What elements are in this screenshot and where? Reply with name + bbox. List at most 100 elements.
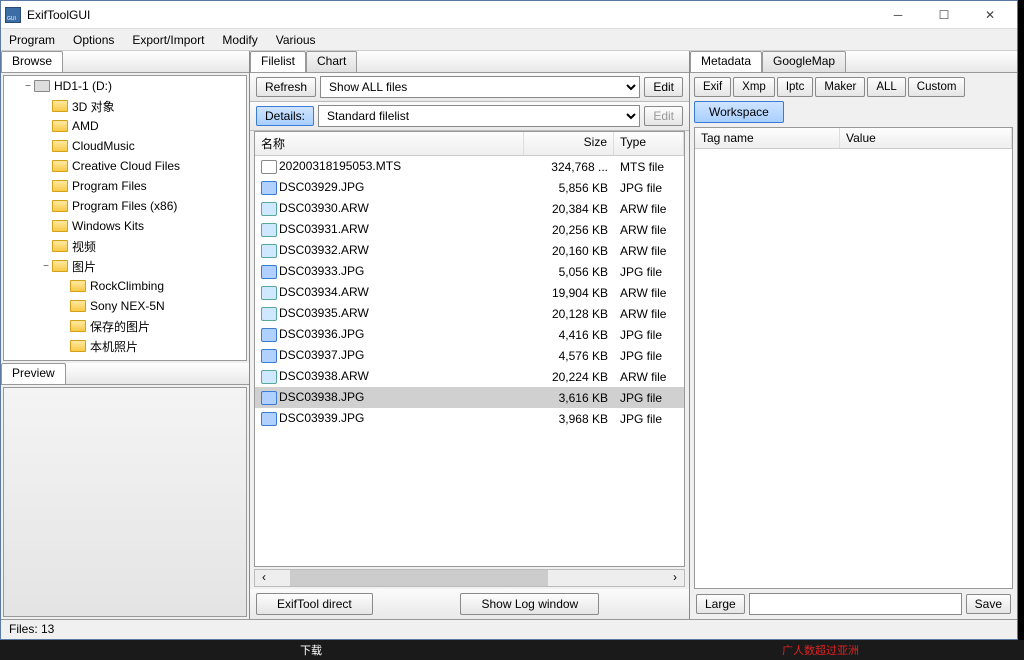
folder-icon	[52, 200, 68, 212]
minimize-button[interactable]: ─	[875, 1, 921, 29]
tree-item[interactable]: Creative Cloud Files	[4, 156, 246, 176]
meta-subtabs: Exif Xmp Iptc Maker ALL Custom	[690, 73, 1017, 101]
save-button[interactable]: Save	[966, 594, 1011, 614]
tree-toggle-icon[interactable]: −	[22, 81, 34, 92]
file-row[interactable]: DSC03931.ARW20,256 KBARW file	[255, 219, 684, 240]
scroll-right-icon[interactable]: ›	[666, 570, 684, 586]
tree-item-label: HD1-1 (D:)	[54, 79, 112, 93]
tree-item[interactable]: 明信片	[4, 356, 246, 361]
edit-columns-button[interactable]: Edit	[644, 106, 683, 126]
tree-item[interactable]: CloudMusic	[4, 136, 246, 156]
tab-chart[interactable]: Chart	[306, 51, 357, 72]
file-table[interactable]: 名称 Size Type 20200318195053.MTS324,768 .…	[254, 131, 685, 567]
file-size-cell: 5,856 KB	[524, 181, 614, 195]
large-button[interactable]: Large	[696, 594, 745, 614]
file-row[interactable]: DSC03934.ARW19,904 KBARW file	[255, 282, 684, 303]
file-row[interactable]: DSC03932.ARW20,160 KBARW file	[255, 240, 684, 261]
file-name-cell: DSC03935.ARW	[255, 306, 524, 321]
tree-item[interactable]: RockClimbing	[4, 276, 246, 296]
file-row[interactable]: DSC03938.ARW20,224 KBARW file	[255, 366, 684, 387]
tab-preview[interactable]: Preview	[1, 363, 66, 384]
meta-tab-iptc[interactable]: Iptc	[777, 77, 814, 97]
meta-tab-custom[interactable]: Custom	[908, 77, 966, 97]
tree-item[interactable]: Program Files	[4, 176, 246, 196]
tree-item[interactable]: Program Files (x86)	[4, 196, 246, 216]
tree-item-label: Program Files (x86)	[72, 199, 177, 213]
menubar: Program Options Export/Import Modify Var…	[1, 29, 1017, 51]
file-row[interactable]: DSC03939.JPG3,968 KBJPG file	[255, 408, 684, 429]
arw-file-icon	[261, 370, 277, 384]
file-row[interactable]: DSC03938.JPG3,616 KBJPG file	[255, 387, 684, 408]
left-panel: Browse − HD1-1 (D:) 3D 对象AMDCloudMusic Crea…	[1, 51, 250, 619]
tree-item-label: 视频	[72, 238, 96, 255]
folder-icon	[52, 220, 68, 232]
menu-modify[interactable]: Modify	[222, 33, 257, 47]
details-button[interactable]: Details:	[256, 106, 314, 126]
metadata-header: Tag name Value	[695, 128, 1012, 149]
tab-browse[interactable]: Browse	[1, 51, 63, 72]
close-button[interactable]: ✕	[967, 1, 1013, 29]
app-window: ExifToolGUI ─ ☐ ✕ Program Options Export…	[0, 0, 1018, 640]
file-row[interactable]: 20200318195053.MTS324,768 ...MTS file	[255, 156, 684, 177]
right-panel: Metadata GoogleMap Exif Xmp Iptc Maker A…	[690, 51, 1017, 619]
menu-program[interactable]: Program	[9, 33, 55, 47]
tree-item[interactable]: Sony NEX-5N	[4, 296, 246, 316]
file-row[interactable]: DSC03935.ARW20,128 KBARW file	[255, 303, 684, 324]
col-header-name[interactable]: 名称	[255, 132, 524, 155]
tree-item[interactable]: 3D 对象	[4, 96, 246, 116]
tree-toggle-icon[interactable]: −	[40, 261, 52, 272]
file-hscrollbar[interactable]: ‹ ›	[254, 569, 685, 587]
menu-export-import[interactable]: Export/Import	[132, 33, 204, 47]
tab-filelist[interactable]: Filelist	[250, 51, 306, 72]
menu-various[interactable]: Various	[276, 33, 316, 47]
tree-item[interactable]: Windows Kits	[4, 216, 246, 236]
refresh-button[interactable]: Refresh	[256, 77, 316, 97]
file-row[interactable]: DSC03937.JPG4,576 KBJPG file	[255, 345, 684, 366]
filelist-tabs: Filelist Chart	[250, 51, 689, 73]
workspace-button[interactable]: Workspace	[694, 101, 784, 123]
col-header-value[interactable]: Value	[840, 128, 1012, 148]
tree-item[interactable]: −图片	[4, 256, 246, 276]
tree-item-label: Sony NEX-5N	[90, 299, 165, 313]
jpg-file-icon	[261, 391, 277, 405]
tree-item[interactable]: AMD	[4, 116, 246, 136]
maximize-button[interactable]: ☐	[921, 1, 967, 29]
menu-options[interactable]: Options	[73, 33, 114, 47]
folder-icon	[52, 180, 68, 192]
scroll-left-icon[interactable]: ‹	[255, 570, 273, 586]
filelist-type-combo[interactable]: Standard filelist	[318, 105, 640, 127]
file-name-cell: DSC03936.JPG	[255, 327, 524, 342]
tree-item-label: Creative Cloud Files	[72, 159, 180, 173]
folder-tree[interactable]: − HD1-1 (D:) 3D 对象AMDCloudMusic Creative Cl…	[3, 75, 247, 361]
tree-item[interactable]: − HD1-1 (D:)	[4, 76, 246, 96]
file-name-cell: DSC03929.JPG	[255, 180, 524, 195]
show-files-combo[interactable]: Show ALL files	[320, 76, 640, 98]
col-header-type[interactable]: Type	[614, 132, 684, 155]
col-header-tagname[interactable]: Tag name	[695, 128, 840, 148]
edit-filter-button[interactable]: Edit	[644, 77, 683, 97]
col-header-size[interactable]: Size	[524, 132, 614, 155]
scroll-thumb[interactable]	[290, 570, 547, 586]
file-name-cell: DSC03934.ARW	[255, 285, 524, 300]
tree-item[interactable]: 视频	[4, 236, 246, 256]
file-row[interactable]: DSC03930.ARW20,384 KBARW file	[255, 198, 684, 219]
show-log-button[interactable]: Show Log window	[460, 593, 599, 615]
file-row[interactable]: DSC03936.JPG4,416 KBJPG file	[255, 324, 684, 345]
tree-item-label: Windows Kits	[72, 219, 144, 233]
file-row[interactable]: DSC03933.JPG5,056 KBJPG file	[255, 261, 684, 282]
file-row[interactable]: DSC03929.JPG5,856 KBJPG file	[255, 177, 684, 198]
meta-tab-exif[interactable]: Exif	[694, 77, 731, 97]
metadata-value-input[interactable]	[749, 593, 962, 615]
os-taskbar: 下载 广人数超过亚洲	[0, 640, 1024, 660]
tab-metadata[interactable]: Metadata	[690, 51, 762, 72]
meta-tab-maker[interactable]: Maker	[815, 77, 865, 97]
tree-item[interactable]: 保存的图片	[4, 316, 246, 336]
tab-googlemap[interactable]: GoogleMap	[762, 51, 846, 72]
meta-tab-xmp[interactable]: Xmp	[733, 77, 775, 97]
tree-item[interactable]: 本机照片	[4, 336, 246, 356]
status-file-count: Files: 13	[9, 622, 54, 636]
exiftool-direct-button[interactable]: ExifTool direct	[256, 593, 373, 615]
meta-tab-all[interactable]: ALL	[867, 77, 905, 97]
metadata-table[interactable]: Tag name Value	[694, 127, 1013, 589]
metadata-tabs: Metadata GoogleMap	[690, 51, 1017, 73]
